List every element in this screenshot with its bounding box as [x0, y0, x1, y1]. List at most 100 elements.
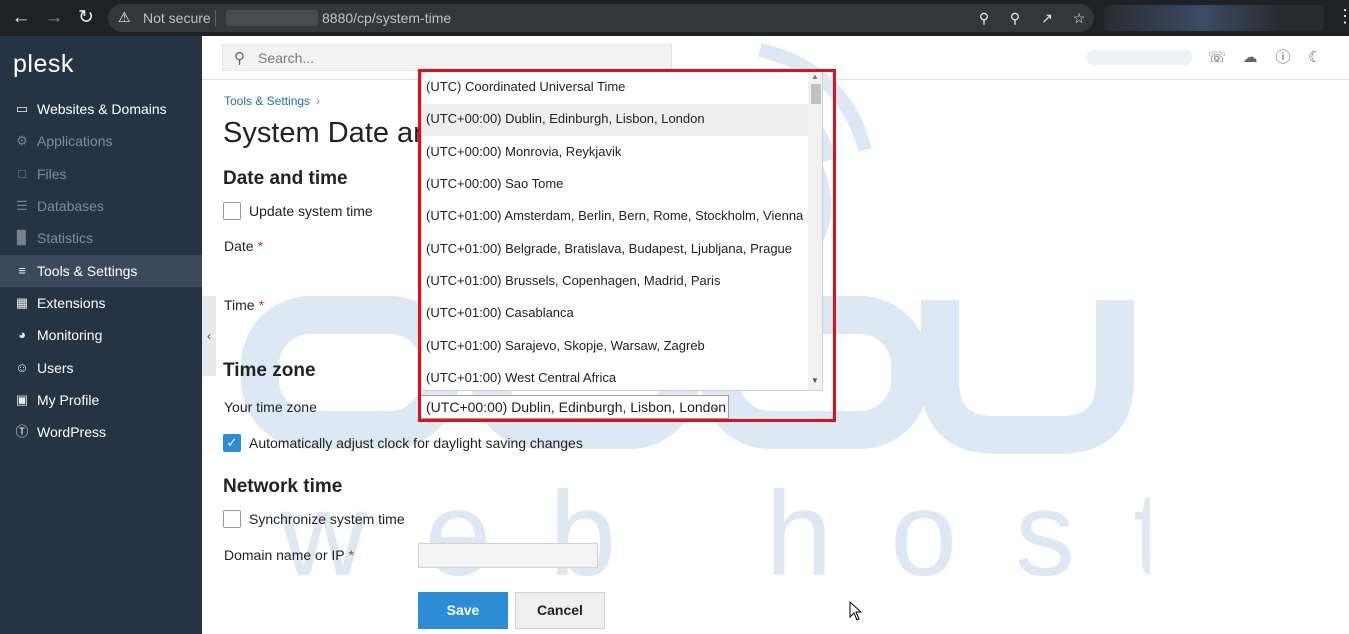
sidebar-item-wordpress[interactable]: Ⓣ WordPress — [0, 416, 202, 448]
dropdown-option[interactable]: (UTC+01:00) Belgrade, Bratislava, Budape… — [422, 234, 808, 266]
auto-adjust-checkbox[interactable]: ✓ — [223, 434, 241, 452]
help-icon[interactable]: ⓘ — [1273, 48, 1293, 68]
sidebar: plesk ▭ Websites & Domains ⚙ Application… — [0, 36, 202, 634]
monitor-icon: ▭ — [15, 101, 29, 116]
domain-label: Domain name or IP * — [224, 547, 355, 563]
sidebar-item-applications[interactable]: ⚙ Applications — [0, 125, 202, 157]
section-time-zone: Time zone — [223, 360, 316, 381]
divider — [215, 10, 216, 26]
search-icon: ⚲ — [234, 50, 245, 67]
briefcase-icon: ▣ — [15, 392, 29, 407]
svg-text:web hosting: web hosting — [279, 467, 1150, 600]
plesk-logo[interactable]: plesk — [13, 50, 74, 79]
sidebar-item-tools-settings[interactable]: ≡ Tools & Settings — [0, 255, 202, 287]
url-text: 8880/cp/system-time — [322, 10, 452, 26]
sidebar-item-statistics[interactable]: ▉ Statistics — [0, 222, 202, 254]
wordpress-icon: Ⓣ — [15, 424, 29, 439]
sidebar-item-my-profile[interactable]: ▣ My Profile — [0, 384, 202, 416]
extensions-area — [1104, 5, 1324, 31]
chevron-down-icon: ⌄ — [710, 401, 720, 413]
domain-name-input[interactable] — [418, 543, 598, 568]
sidebar-item-label: Statistics — [37, 230, 94, 246]
sidebar-item-label: WordPress — [37, 424, 106, 440]
time-label: Time * — [224, 297, 265, 313]
sidebar-item-label: My Profile — [37, 392, 100, 408]
pulse-icon: ◕ — [18, 327, 26, 342]
zoom-icon[interactable]: ⚲ — [1005, 8, 1025, 28]
search-input[interactable] — [258, 49, 658, 67]
user-icon: ☺ — [15, 360, 29, 375]
sidebar-item-label: Tools & Settings — [37, 263, 138, 279]
mouse-cursor-icon — [849, 601, 863, 621]
sidebar-item-label: Users — [37, 360, 74, 376]
browser-menu-icon[interactable]: ⋮ — [1336, 6, 1349, 27]
database-icon: ☰ — [16, 198, 28, 213]
address-bar[interactable]: ⚠ Not secure 8880/cp/system-time ⚲ ⚲ ↗ ☆ — [108, 4, 1094, 32]
cloud-icon[interactable]: ☁ — [1240, 48, 1260, 68]
update-system-time-label: Update system time — [249, 203, 373, 219]
sidebar-item-label: Monitoring — [37, 327, 103, 343]
sidebar-item-label: Websites & Domains — [37, 101, 167, 117]
page-title: System Date and Time — [223, 117, 418, 149]
search-box[interactable]: ⚲ — [222, 44, 672, 71]
dropdown-option[interactable]: (UTC) Coordinated Universal Time — [422, 72, 808, 104]
sidebar-item-files[interactable]: □ Files — [0, 158, 202, 190]
sidebar-item-label: Applications — [37, 133, 113, 149]
warning-icon: ⚠ — [118, 9, 131, 25]
support-icon[interactable]: ☏ — [1207, 48, 1227, 68]
save-button[interactable]: Save — [418, 592, 508, 629]
auto-adjust-label: Automatically adjust clock for daylight … — [249, 435, 583, 451]
dropdown-option[interactable]: (UTC+00:00) Sao Tome — [422, 169, 808, 201]
dropdown-option-highlighted[interactable]: (UTC+00:00) Dublin, Edinburgh, Lisbon, L… — [422, 104, 808, 136]
sidebar-item-users[interactable]: ☺ Users — [0, 352, 202, 384]
bar-chart-icon: ▉ — [17, 230, 27, 245]
time-zone-select[interactable]: (UTC+00:00) Dublin, Edinburgh, Lisbon, L… — [419, 395, 729, 419]
dropdown-option[interactable]: (UTC+01:00) Casablanca — [422, 298, 808, 330]
section-network-time: Network time — [223, 476, 343, 497]
sidebar-item-label: Databases — [37, 198, 104, 214]
browser-toolbar: ← → ↻ ⚠ Not secure 8880/cp/system-time ⚲… — [0, 0, 1349, 36]
cancel-button[interactable]: Cancel — [515, 592, 605, 629]
scroll-up-icon[interactable]: ▲ — [811, 72, 819, 81]
sidebar-collapse-handle[interactable]: ‹ — [202, 296, 216, 376]
back-arrow-icon[interactable]: ← — [9, 6, 33, 30]
section-date-time: Date and time — [223, 168, 348, 189]
update-system-time-checkbox[interactable] — [223, 202, 241, 220]
forward-arrow-icon[interactable]: → — [42, 6, 66, 30]
key-icon[interactable]: ⚲ — [974, 8, 994, 28]
reload-icon[interactable]: ↻ — [74, 6, 98, 30]
breadcrumb[interactable]: Tools & Settings › — [224, 94, 320, 108]
star-icon[interactable]: ☆ — [1069, 8, 1089, 28]
dropdown-scrollbar[interactable]: ▲ ▼ — [808, 72, 822, 390]
security-status: Not secure — [143, 10, 211, 26]
sidebar-item-label: Files — [37, 166, 67, 182]
account-name[interactable] — [1087, 50, 1192, 65]
dropdown-option[interactable]: (UTC+00:00) Monrovia, Reykjavik — [422, 137, 808, 169]
sidebar-item-databases[interactable]: ☰ Databases — [0, 190, 202, 222]
dropdown-option[interactable]: (UTC+01:00) West Central Africa — [422, 363, 808, 390]
your-time-zone-label: Your time zone — [224, 399, 317, 415]
sidebar-item-websites-domains[interactable]: ▭ Websites & Domains — [0, 93, 202, 125]
dropdown-option[interactable]: (UTC+01:00) Brussels, Copenhagen, Madrid… — [422, 266, 808, 298]
redacted-host — [226, 10, 318, 26]
selected-time-zone: (UTC+00:00) Dublin, Edinburgh, Lisbon, L… — [426, 399, 727, 415]
sidebar-item-monitoring[interactable]: ◕ Monitoring — [0, 319, 202, 351]
scrollbar-thumb[interactable] — [811, 84, 821, 104]
gear-icon: ⚙ — [16, 133, 28, 148]
sync-system-time-label: Synchronize system time — [249, 511, 405, 527]
sidebar-item-extensions[interactable]: ▦ Extensions — [0, 287, 202, 319]
grid-icon: ▦ — [15, 295, 29, 310]
scroll-down-icon[interactable]: ▼ — [811, 376, 819, 385]
time-zone-dropdown-list[interactable]: (UTC) Coordinated Universal Time (UTC+00… — [421, 71, 823, 391]
date-label: Date * — [224, 238, 264, 254]
breadcrumb-tools-settings[interactable]: Tools & Settings — [224, 94, 310, 108]
sync-system-time-checkbox[interactable] — [223, 510, 241, 528]
file-icon: □ — [18, 166, 26, 181]
dropdown-option[interactable]: (UTC+01:00) Sarajevo, Skopje, Warsaw, Za… — [422, 331, 808, 363]
sliders-icon: ≡ — [18, 263, 26, 278]
dropdown-option[interactable]: (UTC+01:00) Amsterdam, Berlin, Bern, Rom… — [422, 201, 808, 233]
moon-icon[interactable]: ☾ — [1305, 48, 1325, 68]
share-icon[interactable]: ↗ — [1037, 8, 1057, 28]
sidebar-item-label: Extensions — [37, 295, 106, 311]
chevron-right-icon: › — [316, 94, 321, 108]
